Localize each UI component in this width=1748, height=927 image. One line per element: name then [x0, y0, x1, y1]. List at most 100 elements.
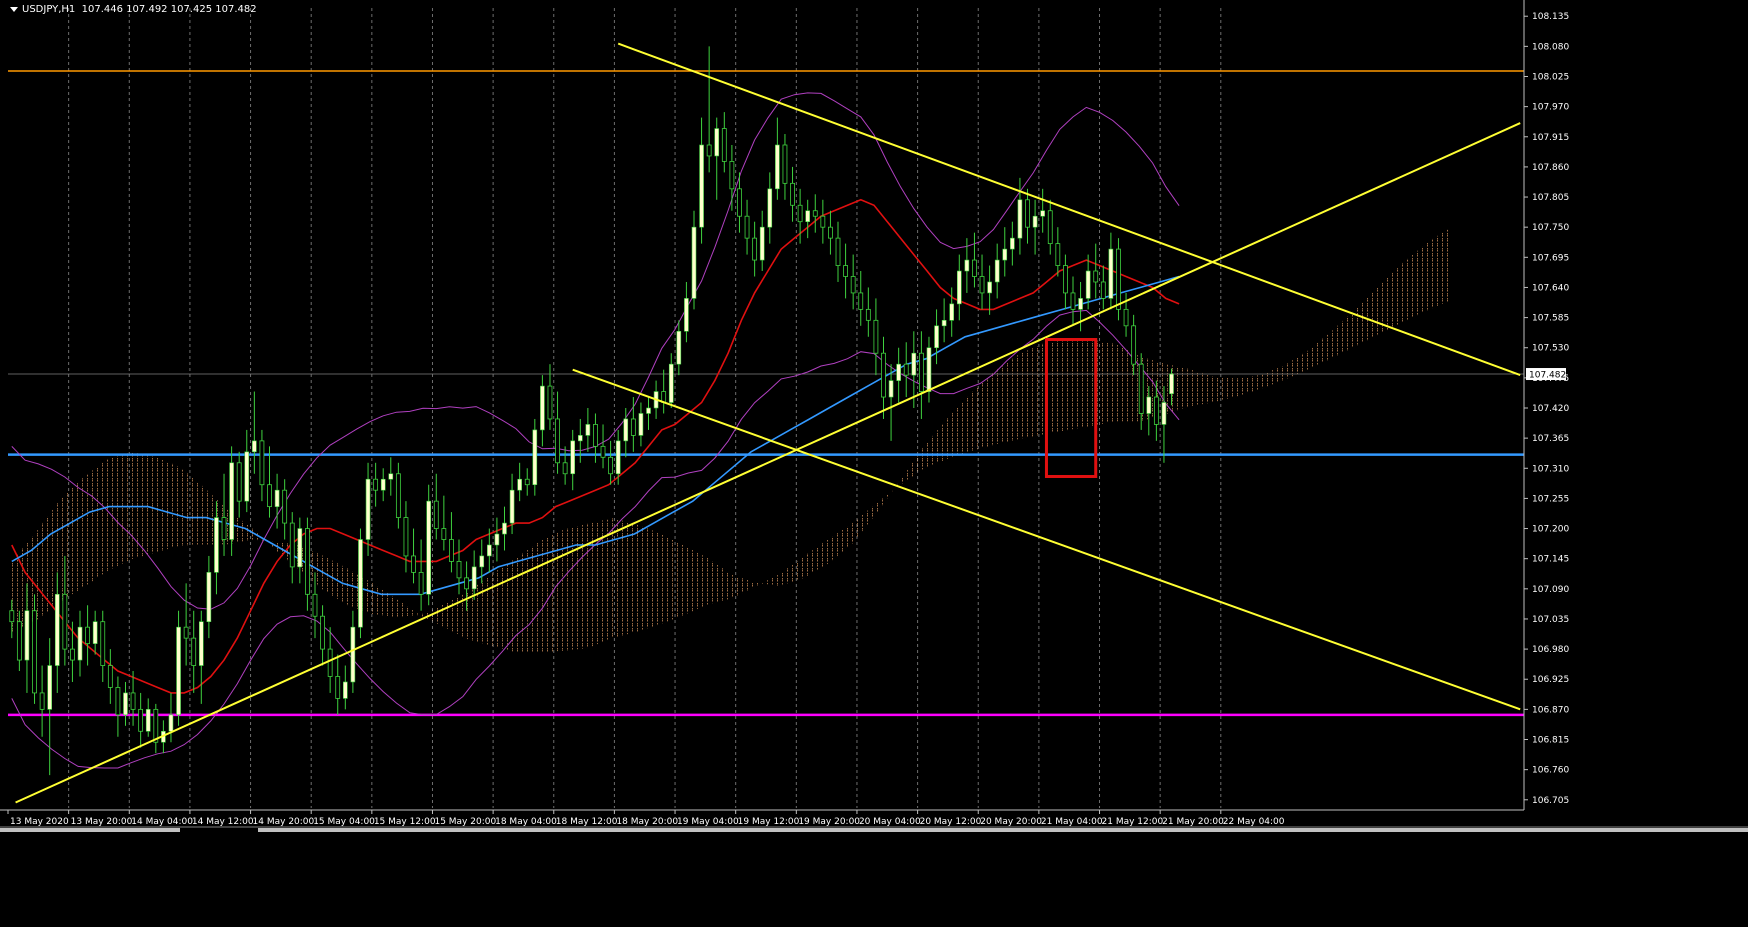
chart-plot: 108.135 108.080 108.025 107.970 107.915 107.8… [0, 0, 1748, 923]
candle-body-bull [540, 385, 545, 431]
candle-body-bear [843, 265, 848, 277]
candle-body-bull [145, 709, 151, 732]
candle-body-bull [676, 330, 682, 365]
price-tick-label: 107.640 [1532, 283, 1569, 293]
candle-body-bear [1093, 270, 1099, 283]
price-tick-label: 106.760 [1532, 766, 1569, 776]
candle-body-bull [198, 621, 204, 666]
price-tick-label: 107.805 [1532, 193, 1569, 203]
candle-body-bear [395, 473, 401, 518]
candle-body-bear [403, 517, 409, 557]
candle-body-bear [1138, 363, 1144, 414]
candle-body-bear [903, 363, 909, 376]
candle-body-bear [305, 528, 310, 595]
time-tick-label: 18 May 12:00 [556, 817, 618, 827]
candle-body-bull [896, 363, 901, 381]
symbol-name: USDJPY,H1 [22, 4, 76, 15]
candle-body-bear [593, 424, 598, 447]
price-tick-label: 107.860 [1532, 163, 1569, 173]
chart-window[interactable]: 108.135 108.080 108.025 107.970 107.915 107.8… [0, 0, 1748, 923]
candle-body-bear [62, 593, 68, 650]
candle-body-bear [259, 440, 265, 486]
candle-body-bear [289, 522, 295, 568]
candle-body-bear [1123, 308, 1129, 327]
candle-body-bull [570, 440, 576, 475]
time-tick-label: 15 May 12:00 [374, 817, 436, 827]
candle-body-bull [956, 270, 962, 305]
candle-body-bull [176, 626, 181, 716]
candle-body-bull [934, 325, 939, 349]
price-tick-label: 106.705 [1532, 796, 1569, 806]
candle-body-bear [630, 418, 636, 436]
price-tick-label: 107.915 [1532, 133, 1569, 143]
candle-body-bull [714, 128, 720, 157]
candle-body-bull [1002, 248, 1008, 261]
candle-body-bear [812, 210, 818, 217]
candle-body-bull [244, 451, 250, 502]
chart-tab-right[interactable] [258, 828, 1748, 832]
candle-body-bear [835, 237, 841, 266]
candle-body-bull [699, 144, 704, 228]
candle-body-bull [767, 188, 773, 228]
candle-body-bear [820, 215, 826, 228]
candle-body-bull [47, 665, 52, 710]
candle-body-bear [744, 215, 750, 239]
candle-body-bear [979, 276, 985, 294]
dropdown-arrow-icon[interactable] [10, 6, 18, 12]
chart-tab-left[interactable] [0, 828, 180, 832]
candle-body-bear [858, 292, 864, 310]
current-price-label: 107.482 [1529, 371, 1566, 381]
candle-body-bear [562, 462, 568, 475]
candle-body-bull [623, 418, 629, 442]
candle-body-bear [865, 308, 871, 321]
time-tick-label: 19 May 20:00 [798, 817, 860, 827]
candle-body-bear [555, 418, 560, 464]
candle-body-bear [191, 637, 197, 666]
price-tick-label: 106.870 [1532, 705, 1569, 715]
candle-body-bull [691, 226, 697, 299]
candle-body-bear [790, 182, 795, 206]
candle-body-bull [92, 621, 98, 644]
time-tick-label: 20 May 12:00 [920, 817, 982, 827]
candle-body-bear [721, 128, 727, 162]
candle-body-bear [16, 621, 22, 661]
price-tick-label: 107.750 [1532, 223, 1569, 233]
time-tick-label: 18 May 04:00 [495, 817, 557, 827]
symbol-header: USDJPY,H1 107.446 107.492 107.425 107.48… [10, 4, 257, 15]
price-tick-label: 106.980 [1532, 645, 1569, 655]
candle-body-bull [358, 539, 363, 628]
candle-body-bear [850, 276, 856, 294]
candle-body-bear [828, 226, 833, 239]
candle-body-bear [312, 593, 318, 617]
time-tick-label: 21 May 12:00 [1102, 817, 1164, 827]
candle-body-bear [221, 517, 227, 540]
ohlc-values: 107.446 107.492 107.425 107.482 [81, 4, 257, 15]
price-tick-label: 107.365 [1532, 434, 1569, 444]
candle-body-bull [646, 407, 651, 414]
candle-body-bull [888, 380, 894, 398]
time-tick-label: 19 May 04:00 [677, 817, 739, 827]
candle-body-bull [509, 489, 515, 524]
candle-body-bear [107, 665, 113, 688]
candle-body-bear [1047, 210, 1053, 245]
price-tick-label: 107.310 [1532, 464, 1569, 474]
candle-body-bear [9, 610, 15, 623]
time-tick-label: 13 May 20:00 [71, 817, 133, 827]
price-tick-label: 107.420 [1532, 404, 1569, 414]
candle-body-bull [426, 500, 431, 595]
candle-body-bull [1040, 210, 1045, 217]
candle-body-bull [949, 303, 955, 321]
candle-body-bear [418, 571, 424, 595]
candle-body-bear [608, 456, 614, 475]
candle-body-bear [1116, 248, 1121, 310]
candle-body-bear [706, 144, 712, 157]
candle-body-bull [1161, 402, 1167, 425]
candle-body-bull [759, 226, 765, 261]
price-tick-label: 107.530 [1532, 344, 1569, 354]
candle-body-bull [668, 363, 674, 403]
time-tick-label: 19 May 12:00 [738, 817, 800, 827]
candle-body-bull [1108, 248, 1114, 299]
candle-body-bull [638, 413, 644, 436]
candle-body-bear [1063, 265, 1068, 294]
candle-body-bear [1131, 325, 1137, 365]
